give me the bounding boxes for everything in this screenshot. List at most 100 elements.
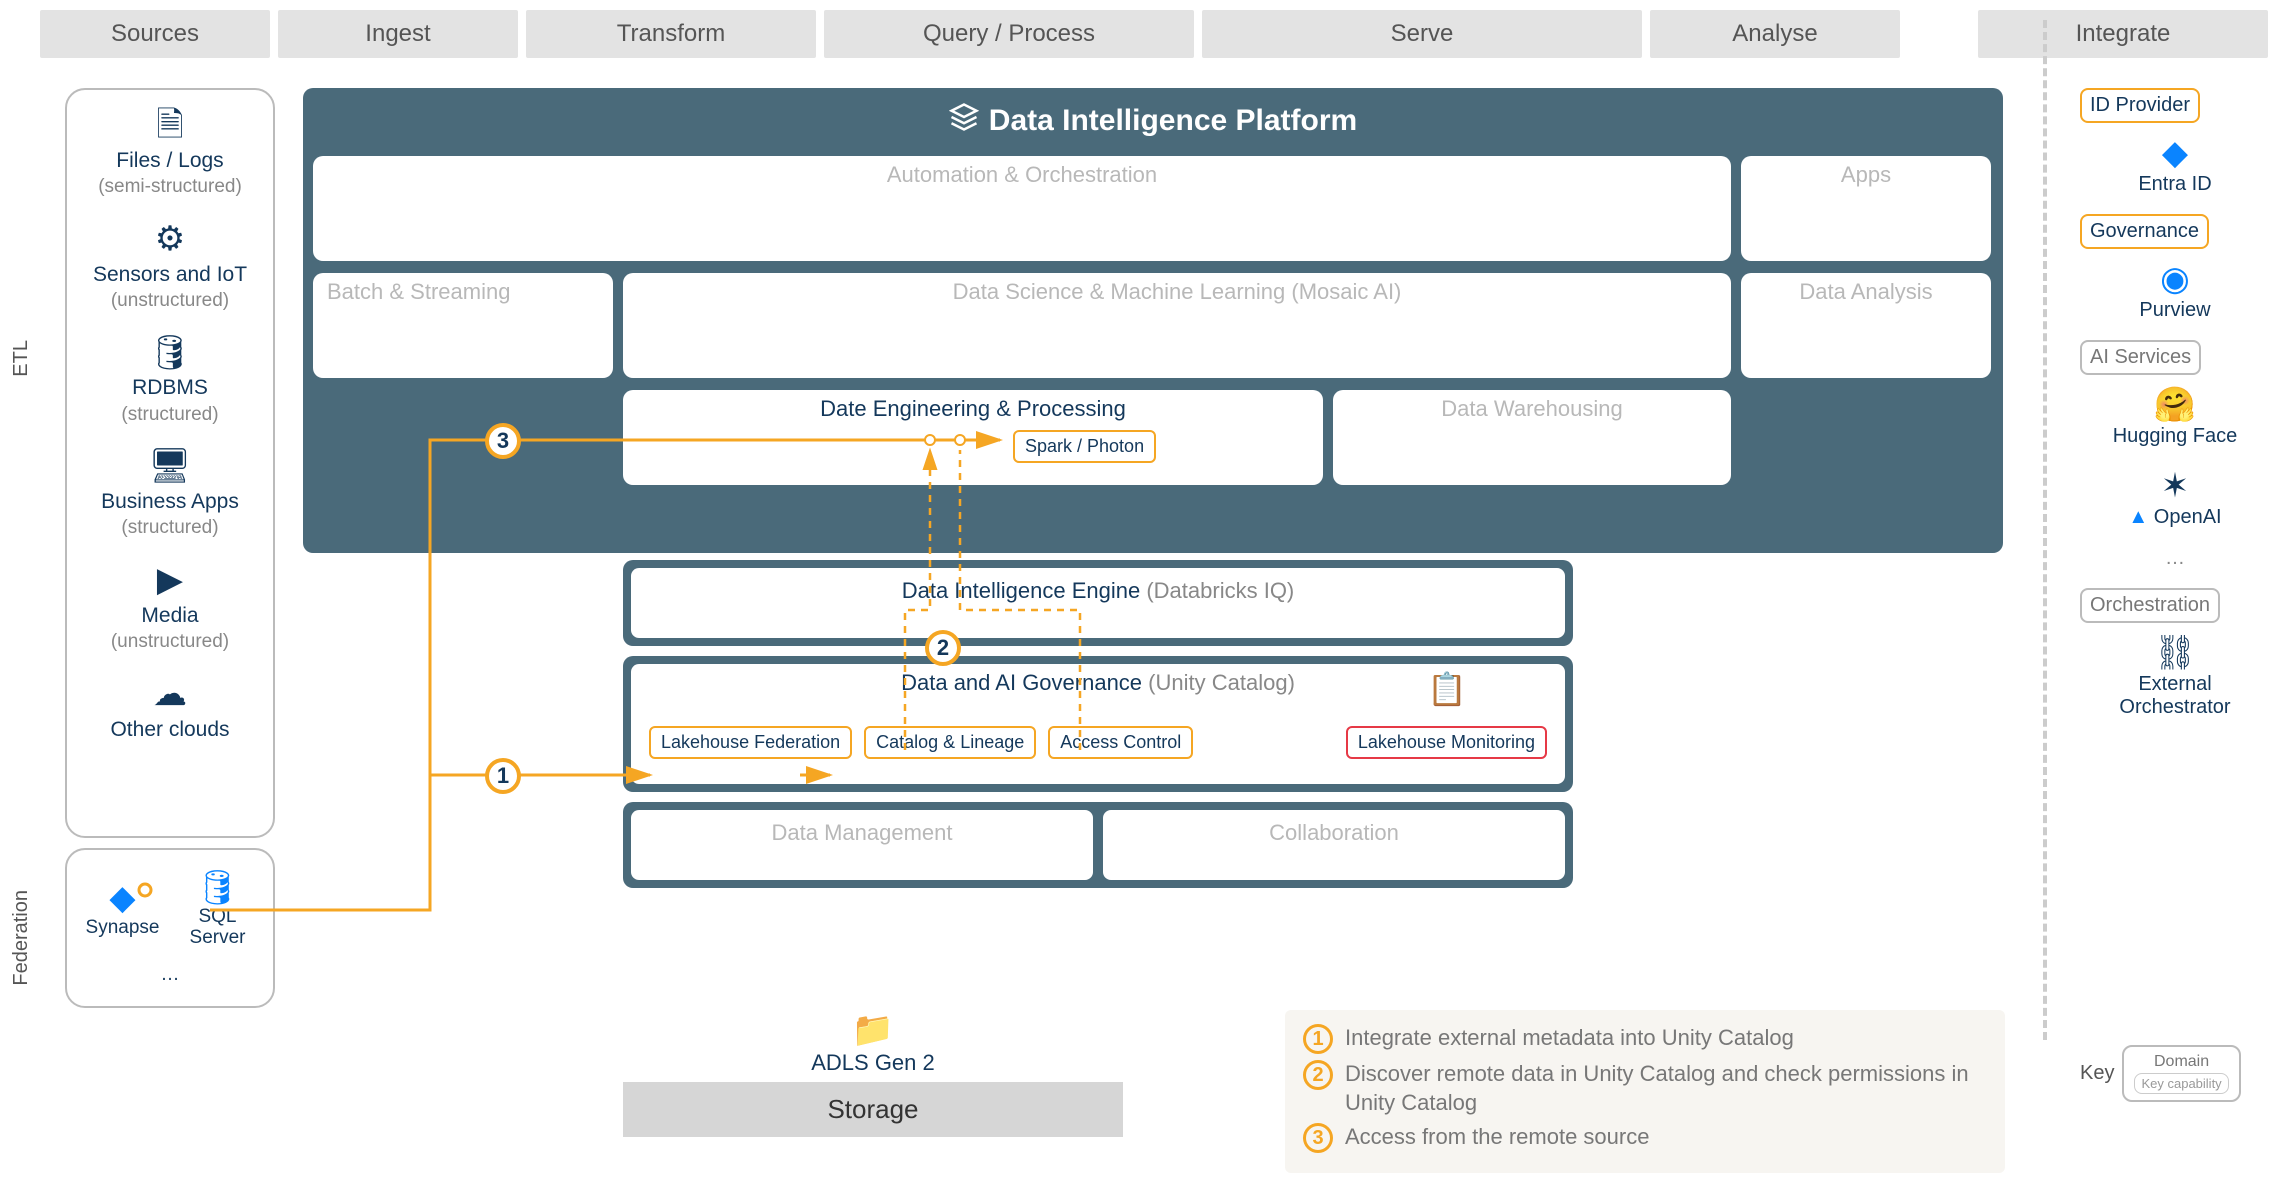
legend-box: 1 Integrate external metadata into Unity…: [1285, 1010, 2005, 1173]
chip-id-provider: ID Provider: [2080, 88, 2200, 123]
gov-title-row: Data and AI Governance (Unity Catalog): [631, 670, 1565, 696]
rail-federation: Federation: [10, 890, 33, 986]
box-data-engineering: Date Engineering & Processing Spark / Ph…: [623, 390, 1323, 485]
entra-label: Entra ID: [2138, 173, 2211, 195]
box-data-science: Data Science & Machine Learning (Mosaic …: [623, 273, 1731, 378]
box-automation: Automation & Orchestration: [313, 156, 1731, 261]
chip-governance: Governance: [2080, 214, 2209, 249]
engine-row: Data Intelligence Engine (Databricks IQ): [623, 560, 1573, 646]
hf-label: Hugging Face: [2113, 425, 2238, 447]
openai-label: OpenAI: [2154, 506, 2222, 528]
key-domain: Domain Key capability: [2122, 1045, 2240, 1102]
key-capability: Key capability: [2134, 1073, 2228, 1094]
integ-more: …: [2080, 547, 2269, 570]
chip-lakehouse-monitoring: Lakehouse Monitoring: [1346, 726, 1547, 759]
column-headers: Sources Ingest Transform Query / Process…: [40, 10, 2269, 58]
platform-title-row: Data Intelligence Platform: [303, 88, 2003, 153]
source-apps-title: Business Apps: [101, 490, 239, 513]
legend-3: 3 Access from the remote source: [1303, 1123, 1987, 1153]
header-query: Query / Process: [824, 10, 1194, 58]
box-batch-streaming: Batch & Streaming: [313, 273, 613, 378]
file-icon: 🗎: [72, 105, 268, 146]
cloud-icon: ☁: [72, 674, 268, 715]
integ-openai: ✶ ▲ OpenAI: [2080, 466, 2269, 529]
header-ingest: Ingest: [278, 10, 518, 58]
source-files-title: Files / Logs: [116, 149, 223, 172]
adls-label: ADLS Gen 2: [623, 1050, 1123, 1076]
source-rdbms: 🛢 RDBMS (structured): [72, 333, 268, 427]
legend-num-1: 1: [1303, 1024, 1333, 1054]
source-media-title: Media: [141, 604, 198, 627]
legend-text-3: Access from the remote source: [1345, 1123, 1649, 1152]
chip-lakehouse-federation: Lakehouse Federation: [649, 726, 852, 759]
box-apps: Apps: [1741, 156, 1991, 261]
integ-hf: 🤗 Hugging Face: [2080, 385, 2269, 448]
adls-icon: 📁: [623, 1010, 1123, 1050]
rail-etl: ETL: [10, 340, 33, 377]
fed-sqlserver: 🛢 SQL Server: [175, 870, 261, 949]
storage-block: 📁 ADLS Gen 2 Storage: [623, 1010, 1123, 1137]
diagram-root: Sources Ingest Transform Query / Process…: [10, 10, 2269, 1175]
mid-stack: Data Intelligence Engine (Databricks IQ)…: [623, 560, 1573, 898]
box-collaboration: Collaboration: [1103, 810, 1565, 880]
source-files-sub: (semi-structured): [98, 176, 242, 197]
monitor-icon: 🖥: [72, 446, 268, 487]
sqlserver-icon: 🛢: [175, 870, 261, 907]
header-serve: Serve: [1202, 10, 1642, 58]
platform-title: Data Intelligence Platform: [989, 104, 1357, 138]
huggingface-icon: 🤗: [2080, 385, 2269, 425]
database-icon: 🛢: [72, 333, 268, 374]
box-data-warehousing: Data Warehousing: [1333, 390, 1731, 485]
engine-inner: Data Intelligence Engine (Databricks IQ): [631, 568, 1565, 638]
layers-icon: [949, 102, 979, 139]
de-title: Date Engineering & Processing: [820, 396, 1126, 422]
chip-orchestration: Orchestration: [2080, 588, 2220, 623]
fed-sql-label: SQL Server: [190, 906, 246, 948]
engine-title: Data Intelligence Engine: [902, 578, 1141, 603]
source-clouds-title: Other clouds: [110, 718, 229, 741]
ext-orch-label: External Orchestrator: [2119, 673, 2230, 718]
source-apps: 🖥 Business Apps (structured): [72, 446, 268, 540]
box-data-management: Data Management: [631, 810, 1093, 880]
flow-badge-2: 2: [925, 630, 961, 666]
legend-text-1: Integrate external metadata into Unity C…: [1345, 1024, 1794, 1053]
integ-entra: ◆ Entra ID: [2080, 133, 2269, 196]
purview-label: Purview: [2139, 299, 2210, 321]
source-rdbms-sub: (structured): [121, 404, 218, 425]
source-apps-sub: (structured): [121, 517, 218, 538]
key-domain-text: Domain: [2154, 1053, 2209, 1070]
integ-purview: ◉ Purview: [2080, 259, 2269, 322]
source-media-sub: (unstructured): [111, 631, 229, 652]
integrate-column: ID Provider ◆ Entra ID Governance ◉ Purv…: [2080, 88, 2269, 737]
storage-bar: Storage: [623, 1082, 1123, 1137]
platform-container: Data Intelligence Platform Automation & …: [303, 88, 2003, 553]
purview-icon: ◉: [2080, 259, 2269, 299]
source-iot: ⚙ Sensors and IoT (unstructured): [72, 219, 268, 313]
gov-title: Data and AI Governance: [901, 670, 1142, 695]
header-integrate: Integrate: [1978, 10, 2268, 58]
mgmt-flex: Data Management Collaboration: [631, 810, 1565, 880]
gov-sub: (Unity Catalog): [1148, 670, 1295, 695]
gov-chips: Lakehouse Federation Catalog & Lineage A…: [649, 726, 1193, 759]
legend-num-3: 3: [1303, 1123, 1333, 1153]
box-data-analysis: Data Analysis: [1741, 273, 1991, 378]
source-iot-sub: (unstructured): [111, 290, 229, 311]
legend-2: 2 Discover remote data in Unity Catalog …: [1303, 1060, 1987, 1117]
source-iot-title: Sensors and IoT: [93, 263, 247, 286]
chip-catalog-lineage: Catalog & Lineage: [864, 726, 1036, 759]
mgmt-row: Data Management Collaboration: [623, 802, 1573, 888]
governance-row: Data and AI Governance (Unity Catalog) 📋…: [623, 656, 1573, 792]
legend-text-2: Discover remote data in Unity Catalog an…: [1345, 1060, 1987, 1117]
chip-access-control: Access Control: [1048, 726, 1193, 759]
entra-icon: ◆: [2080, 133, 2269, 173]
iot-icon: ⚙: [72, 219, 268, 260]
key-box: Key Domain Key capability: [2080, 1045, 2269, 1102]
fed-more: …: [151, 965, 189, 986]
legend-num-2: 2: [1303, 1060, 1333, 1090]
header-analyse: Analyse: [1650, 10, 1900, 58]
sources-box: 🗎 Files / Logs (semi-structured) ⚙ Senso…: [65, 88, 275, 838]
source-media: ▶ Media (unstructured): [72, 560, 268, 654]
governance-inner: Data and AI Governance (Unity Catalog) 📋…: [631, 664, 1565, 784]
report-icon: 📋: [1427, 670, 1467, 708]
flow-badge-1: 1: [485, 758, 521, 794]
